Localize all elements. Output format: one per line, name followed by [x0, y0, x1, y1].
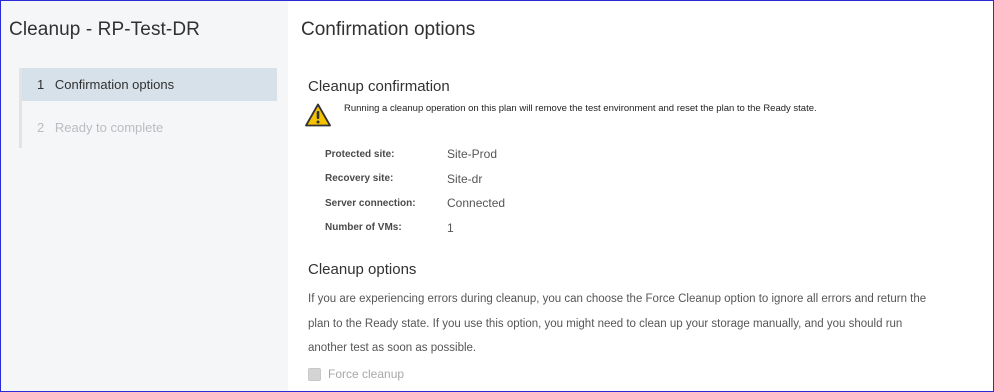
summary-list: Protected site: Site-Prod Recovery site:…: [325, 142, 505, 240]
cleanup-options-heading: Cleanup options: [308, 261, 417, 278]
summary-row-recovery-site: Recovery site: Site-dr: [325, 167, 505, 192]
wizard-title: Cleanup - RP-Test-DR: [9, 19, 200, 40]
description-line: If you are experiencing errors during cl…: [308, 293, 927, 305]
force-cleanup-label: Force cleanup: [328, 367, 405, 381]
wizard-sidebar: Cleanup - RP-Test-DR 1 Confirmation opti…: [1, 1, 288, 391]
wizard-dialog: Cleanup - RP-Test-DR 1 Confirmation opti…: [0, 0, 994, 392]
summary-value: 1: [447, 220, 454, 235]
warning-text: Running a cleanup operation on this plan…: [344, 103, 817, 114]
summary-label: Recovery site:: [325, 173, 394, 185]
cleanup-options-description: If you are experiencing errors during cl…: [308, 287, 994, 361]
page-title: Confirmation options: [301, 19, 476, 40]
wizard-main: Confirmation options Cleanup confirmatio…: [288, 1, 993, 391]
step-number: 2: [37, 120, 45, 135]
force-cleanup-checkbox[interactable]: [308, 367, 321, 381]
step-confirmation-options[interactable]: 1 Confirmation options: [22, 68, 277, 101]
cleanup-confirmation-heading: Cleanup confirmation: [308, 78, 450, 95]
summary-label: Protected site:: [325, 148, 395, 160]
description-line: plan to the Ready state. If you use this…: [308, 317, 903, 330]
summary-label: Number of VMs:: [325, 222, 402, 234]
step-number: 1: [37, 77, 45, 92]
step-label: Confirmation options: [54, 77, 175, 92]
step-ready-to-complete: 2 Ready to complete: [22, 111, 277, 144]
warning-triangle-icon: [305, 103, 331, 127]
description-line: another test as soon as possible.: [308, 342, 477, 354]
summary-row-number-of-vms: Number of VMs: 1: [325, 216, 505, 241]
summary-row-server-connection: Server connection: Connected: [325, 191, 505, 216]
step-label: Ready to complete: [54, 120, 164, 135]
summary-value: Site-Prod: [447, 147, 498, 162]
summary-row-protected-site: Protected site: Site-Prod: [325, 142, 505, 167]
summary-label: Server connection:: [325, 197, 416, 209]
wizard-steps: 1 Confirmation options 2 Ready to comple…: [19, 68, 277, 148]
summary-value: Connected: [447, 196, 506, 211]
warning-banner: Running a cleanup operation on this plan…: [305, 103, 985, 135]
summary-value: Site-dr: [447, 171, 483, 186]
force-cleanup-option[interactable]: Force cleanup: [308, 367, 404, 381]
